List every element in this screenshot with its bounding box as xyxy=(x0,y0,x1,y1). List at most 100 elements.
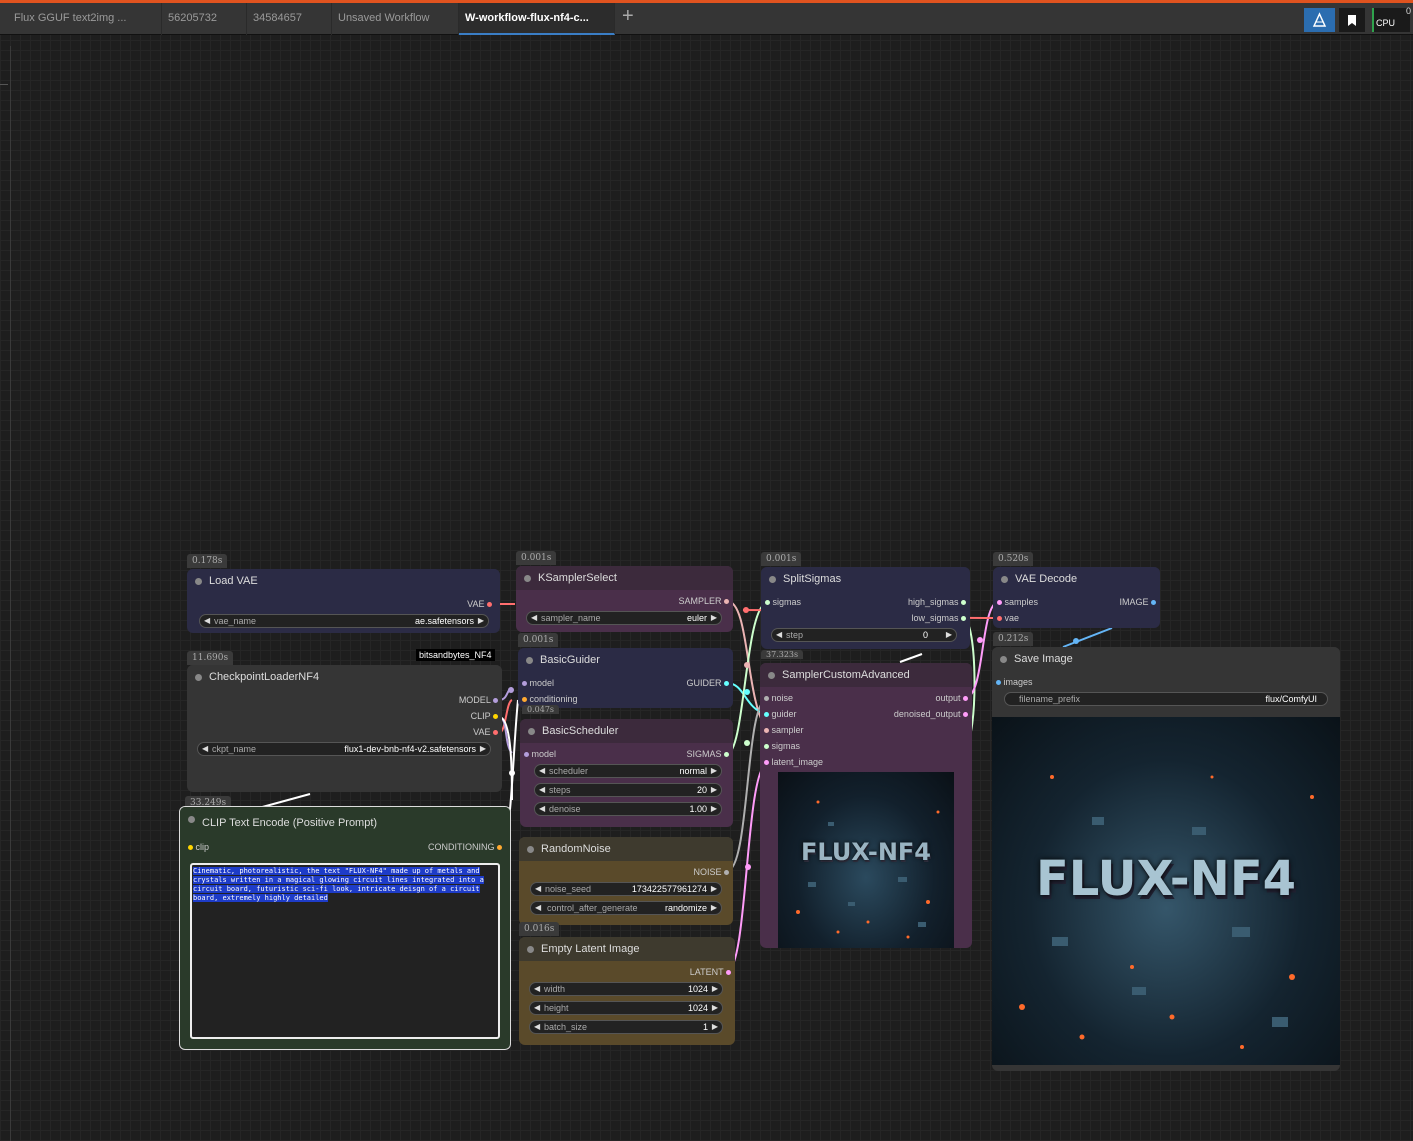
save-image-node[interactable]: Save Image images filename_prefix flux/Co… xyxy=(992,647,1340,1071)
latent-output-dot[interactable] xyxy=(726,970,731,976)
image-output[interactable]: IMAGE xyxy=(1119,597,1156,607)
width-widget[interactable]: ◀ width 1024 ▶ xyxy=(529,982,723,996)
basic-scheduler-title[interactable]: BasicScheduler xyxy=(520,719,733,743)
tab-56205732[interactable]: 56205732 xyxy=(162,3,247,35)
vae-name-widget[interactable]: ◀ vae_name ae.safetensors ▶ xyxy=(199,614,489,628)
increment-arrow-icon[interactable]: ▶ xyxy=(478,615,484,627)
noise-seed-widget[interactable]: ◀ noise_seed 173422577961274 ▶ xyxy=(530,882,722,896)
increment-arrow-icon[interactable]: ▶ xyxy=(711,765,717,777)
sampler-input[interactable]: sampler xyxy=(764,725,804,735)
clip-encode-node[interactable]: CLIP Text Encode (Positive Prompt) clip … xyxy=(179,806,511,1050)
sampler-custom-node[interactable]: SamplerCustomAdvanced noise guider sampl… xyxy=(760,663,972,948)
clip-encode-title[interactable]: CLIP Text Encode (Positive Prompt) xyxy=(180,807,510,837)
decrement-arrow-icon[interactable]: ◀ xyxy=(539,803,545,815)
conditioning-input-dot[interactable] xyxy=(522,697,527,703)
checkpoint-title[interactable]: CheckpointLoaderNF4 xyxy=(187,665,502,689)
prompt-textarea[interactable]: Cinematic, photorealistic, the text "FLU… xyxy=(190,863,500,1039)
increment-arrow-icon[interactable]: ▶ xyxy=(480,743,486,755)
image-output-dot[interactable] xyxy=(1151,600,1156,606)
increment-arrow-icon[interactable]: ▶ xyxy=(712,1002,718,1014)
basic-guider-node[interactable]: BasicGuider model conditioning GUIDER xyxy=(518,648,733,708)
increment-arrow-icon[interactable]: ▶ xyxy=(711,803,717,815)
step-widget[interactable]: ◀ step 0 ▶ xyxy=(771,628,957,642)
tab-workflow-flux-nf4[interactable]: W-workflow-flux-nf4-c... xyxy=(459,3,615,35)
comfy-logo-button[interactable] xyxy=(1304,8,1335,32)
sigmas-input-dot[interactable] xyxy=(765,600,770,606)
sampler-custom-title[interactable]: SamplerCustomAdvanced xyxy=(760,663,972,687)
tab-flux-gguf[interactable]: Flux GGUF text2img ... xyxy=(8,3,162,35)
sampler-name-widget[interactable]: ◀ sampler_name euler ▶ xyxy=(526,611,722,625)
decrement-arrow-icon[interactable]: ◀ xyxy=(535,902,541,914)
noise-input[interactable]: noise xyxy=(764,693,793,703)
model-input-dot[interactable] xyxy=(524,752,529,758)
latent-output[interactable]: LATENT xyxy=(690,967,731,977)
denoised-dot[interactable] xyxy=(963,712,968,718)
ckpt-name-widget[interactable]: ◀ ckpt_name flux1-dev-bnb-nf4-v2.safetenso… xyxy=(197,742,491,756)
model-input-dot[interactable] xyxy=(522,681,527,687)
sampler-output[interactable]: SAMPLER xyxy=(678,596,729,606)
guider-input-dot[interactable] xyxy=(764,712,769,718)
output-dot[interactable] xyxy=(963,696,968,702)
load-vae-node[interactable]: Load VAE VAE ◀ vae_name ae.safetensors ▶ xyxy=(187,569,500,633)
noise-output[interactable]: NOISE xyxy=(693,867,729,877)
latent-input-dot[interactable] xyxy=(764,760,769,766)
guider-output-dot[interactable] xyxy=(724,681,729,687)
decrement-arrow-icon[interactable]: ◀ xyxy=(539,765,545,777)
scheduler-widget[interactable]: ◀ scheduler normal ▶ xyxy=(534,764,722,778)
decrement-arrow-icon[interactable]: ◀ xyxy=(534,1021,540,1033)
vae-decode-node[interactable]: VAE Decode samples vae IMAGE xyxy=(993,567,1160,628)
empty-latent-title[interactable]: Empty Latent Image xyxy=(519,937,735,961)
low-sigmas-dot[interactable] xyxy=(961,616,966,622)
sigmas-input[interactable]: sigmas xyxy=(765,597,801,607)
vae-input-dot[interactable] xyxy=(997,616,1002,622)
high-sigmas-output[interactable]: high_sigmas xyxy=(908,597,966,607)
decrement-arrow-icon[interactable]: ◀ xyxy=(534,1002,540,1014)
load-vae-output[interactable]: VAE xyxy=(467,599,492,609)
batch-size-widget[interactable]: ◀ batch_size 1 ▶ xyxy=(529,1020,723,1034)
increment-arrow-icon[interactable]: ▶ xyxy=(711,784,717,796)
increment-arrow-icon[interactable]: ▶ xyxy=(711,883,717,895)
guider-model-input[interactable]: model xyxy=(522,678,554,688)
decrement-arrow-icon[interactable]: ◀ xyxy=(534,983,540,995)
vae-output-dot[interactable] xyxy=(487,602,492,608)
noise-output-dot[interactable] xyxy=(724,870,729,876)
clip-input[interactable]: clip xyxy=(188,842,209,852)
bookmark-button[interactable] xyxy=(1339,8,1365,32)
vae-output-dot[interactable] xyxy=(493,730,498,736)
tab-unsaved-workflow[interactable]: Unsaved Workflow xyxy=(332,3,459,35)
ksampler-select-title[interactable]: KSamplerSelect xyxy=(516,566,733,590)
sampler-output-dot[interactable] xyxy=(724,599,729,605)
increment-arrow-icon[interactable]: ▶ xyxy=(711,612,717,624)
high-sigmas-dot[interactable] xyxy=(961,600,966,606)
basic-scheduler-node[interactable]: BasicScheduler model SIGMAS ◀ scheduler no… xyxy=(520,719,733,827)
model-output-dot[interactable] xyxy=(493,698,498,704)
clip-input-dot[interactable] xyxy=(188,845,193,851)
increment-arrow-icon[interactable]: ▶ xyxy=(712,983,718,995)
samples-input[interactable]: samples xyxy=(997,597,1038,607)
height-widget[interactable]: ◀ height 1024 ▶ xyxy=(529,1001,723,1015)
latent-image-input[interactable]: latent_image xyxy=(764,757,823,767)
tab-34584657[interactable]: 34584657 xyxy=(247,3,332,35)
low-sigmas-output[interactable]: low_sigmas xyxy=(911,613,966,623)
model-output[interactable]: MODEL xyxy=(459,695,498,705)
steps-widget[interactable]: ◀ steps 20 ▶ xyxy=(534,783,722,797)
sigmas-output-dot[interactable] xyxy=(724,752,729,758)
sigmas-output[interactable]: SIGMAS xyxy=(686,749,729,759)
denoise-widget[interactable]: ◀ denoise 1.00 ▶ xyxy=(534,802,722,816)
conditioning-output-dot[interactable] xyxy=(497,845,502,851)
decrement-arrow-icon[interactable]: ◀ xyxy=(776,629,782,641)
split-sigmas-node[interactable]: SplitSigmas sigmas high_sigmas low_sigma… xyxy=(761,567,970,649)
images-input-dot[interactable] xyxy=(996,680,1001,686)
filename-prefix-widget[interactable]: filename_prefix flux/ComfyUI xyxy=(1004,692,1328,706)
decrement-arrow-icon[interactable]: ◀ xyxy=(531,612,537,624)
vae-input[interactable]: vae xyxy=(997,613,1019,623)
save-image-title[interactable]: Save Image xyxy=(992,647,1340,671)
sigmas-input[interactable]: sigmas xyxy=(764,741,800,751)
checkpoint-node[interactable]: CheckpointLoaderNF4 MODEL CLIP VAE ◀ ckpt… xyxy=(187,665,502,792)
control-after-generate-widget[interactable]: ◀ control_after_generate randomize ▶ xyxy=(530,901,722,915)
decrement-arrow-icon[interactable]: ◀ xyxy=(202,743,208,755)
guider-output[interactable]: GUIDER xyxy=(686,678,729,688)
random-noise-node[interactable]: RandomNoise NOISE ◀ noise_seed 17342257796… xyxy=(519,837,733,925)
scheduler-model-input[interactable]: model xyxy=(524,749,556,759)
guider-conditioning-input[interactable]: conditioning xyxy=(522,694,578,704)
